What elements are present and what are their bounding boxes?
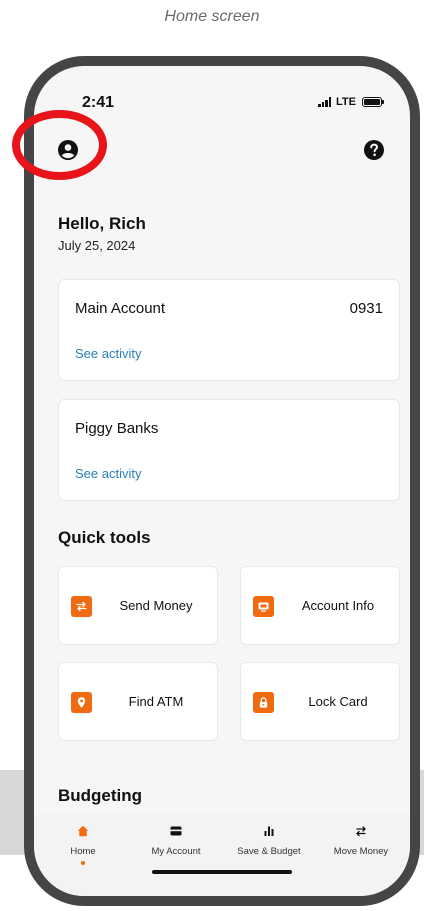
screen-caption: Home screen [164, 8, 260, 25]
bar-chart-icon [224, 822, 314, 840]
card-icon [131, 822, 221, 840]
home-indicator [152, 870, 292, 874]
tab-my-account[interactable]: My Account [131, 822, 221, 857]
app-screen: 2:41 LTE Hello, Rich July 25, 2024 Main … [34, 66, 410, 896]
main-account-card[interactable]: Main Account 0931 See activity [58, 279, 400, 381]
tool-label: Send Money [119, 598, 193, 613]
send-money-button[interactable]: Send Money [58, 566, 218, 645]
tab-label: Home [70, 846, 96, 857]
lock-icon [253, 692, 274, 713]
status-indicators: LTE [318, 96, 384, 108]
see-activity-link[interactable]: See activity [75, 466, 141, 481]
lock-card-button[interactable]: Lock Card [240, 662, 400, 741]
help-button[interactable] [362, 138, 386, 162]
see-activity-link[interactable]: See activity [75, 346, 141, 361]
location-pin-icon [71, 692, 92, 713]
tab-home[interactable]: Home [38, 822, 128, 865]
current-date: July 25, 2024 [58, 238, 136, 253]
tab-label: Save & Budget [237, 846, 301, 857]
transfer-arrows-icon [71, 596, 92, 617]
tab-label: Move Money [333, 846, 389, 857]
quick-tools-heading: Quick tools [58, 528, 151, 547]
active-tab-indicator [81, 861, 85, 865]
tab-save-budget[interactable]: Save & Budget [224, 822, 314, 857]
account-card-icon [253, 596, 274, 617]
account-title: Piggy Banks [75, 420, 159, 437]
transfer-arrows-icon [316, 822, 406, 840]
budgeting-heading: Budgeting [58, 786, 143, 805]
greeting: Hello, Rich [58, 214, 146, 233]
find-atm-button[interactable]: Find ATM [58, 662, 218, 741]
tab-move-money[interactable]: Move Money [316, 822, 406, 857]
network-label: LTE [336, 96, 356, 108]
tool-label: Account Info [301, 598, 375, 613]
phone-frame: 2:41 LTE Hello, Rich July 25, 2024 Main … [24, 56, 420, 906]
bottom-tab-bar: Home My Account Save & Budget Move Money [34, 814, 410, 896]
account-info-button[interactable]: Account Info [240, 566, 400, 645]
status-time: 2:41 [82, 94, 115, 111]
annotation-circle [12, 110, 107, 180]
battery-icon [362, 97, 384, 107]
tool-label: Lock Card [308, 694, 368, 709]
piggy-banks-card[interactable]: Piggy Banks See activity [58, 399, 400, 501]
home-icon [38, 822, 128, 840]
account-title: Main Account [75, 300, 166, 317]
tool-label: Find ATM [128, 694, 184, 709]
account-number: 0931 [349, 300, 383, 317]
signal-icon [318, 97, 332, 107]
help-circle-icon [364, 140, 384, 160]
tab-label: My Account [151, 846, 201, 857]
